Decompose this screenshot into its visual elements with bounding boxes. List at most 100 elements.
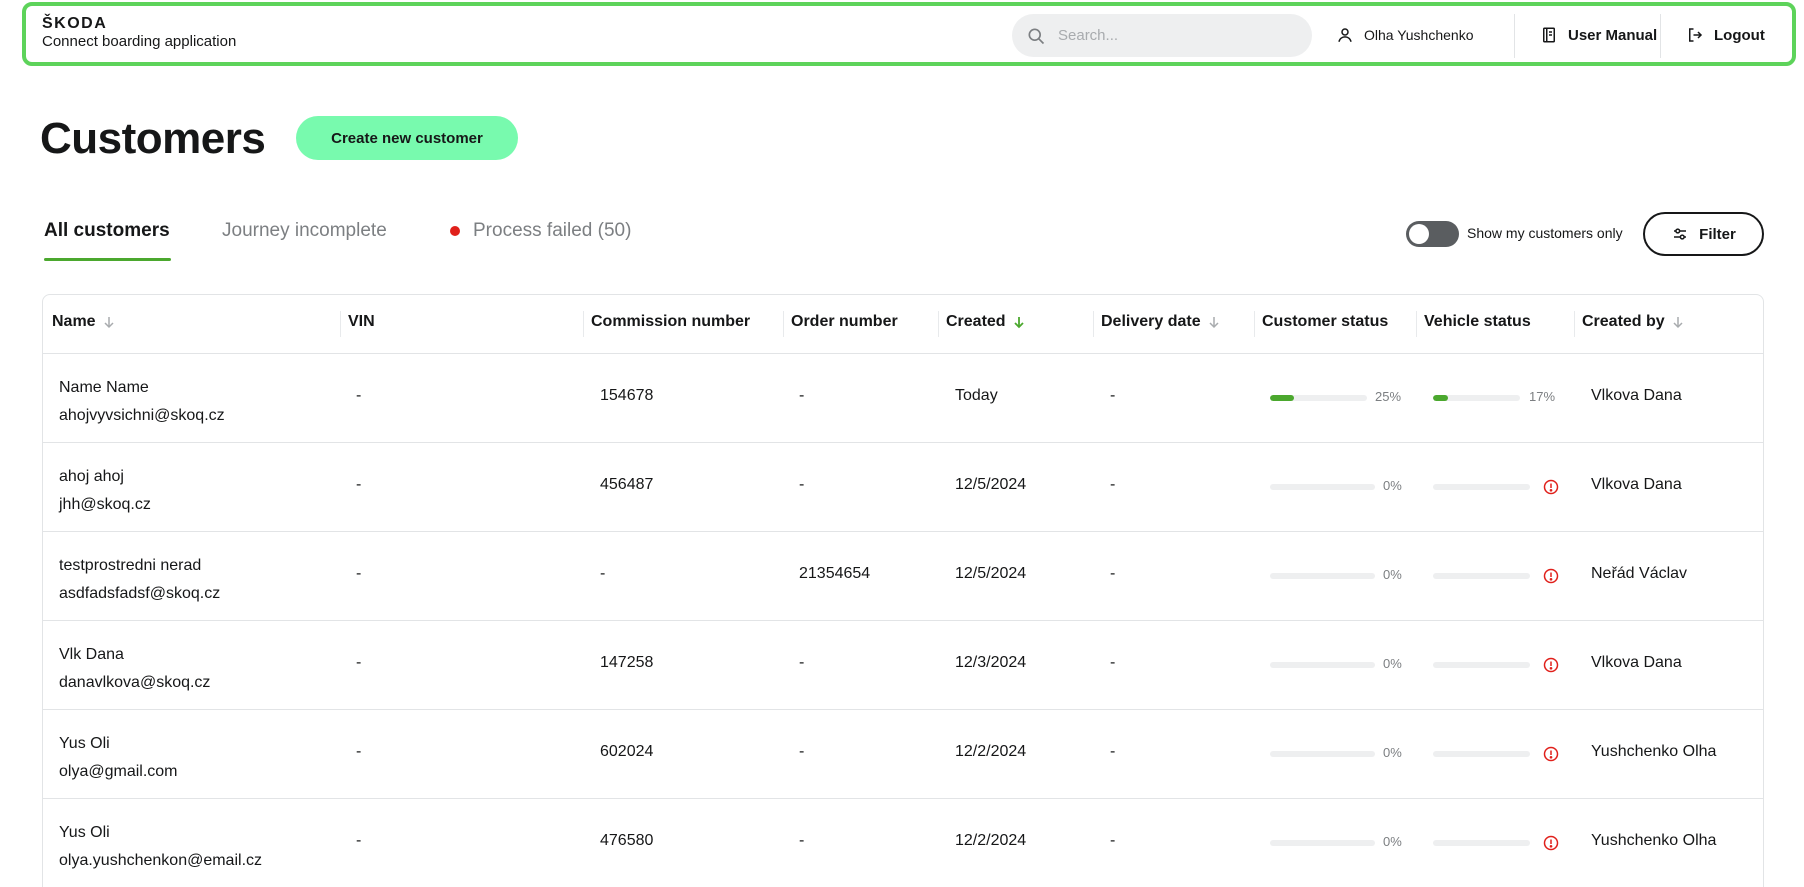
delivery-date: -	[1110, 565, 1116, 582]
commission-number: -	[600, 565, 606, 582]
book-icon	[1543, 27, 1555, 43]
commission-number: 602024	[600, 743, 654, 760]
table-row[interactable]: Yus Oli olya.yushchenkon@email.cz - 4765…	[43, 799, 1763, 887]
column-separator	[340, 311, 341, 337]
tab-journey-incomplete[interactable]: Journey incomplete	[222, 218, 387, 244]
vin-value: -	[356, 832, 362, 849]
column-separator	[938, 311, 939, 337]
customer-status-bar	[1270, 573, 1375, 579]
created-by: Neřád Václav	[1591, 565, 1688, 582]
created-date: 12/3/2024	[955, 654, 1027, 671]
my-customers-toggle[interactable]	[1406, 221, 1459, 247]
created-by: Vlkova Dana	[1591, 387, 1682, 404]
arrow-down-icon	[104, 317, 114, 329]
search-box[interactable]	[1012, 14, 1312, 57]
order-number: -	[799, 476, 805, 493]
arrow-down-icon	[1013, 317, 1024, 329]
tab-process-failed[interactable]: Process failed (50)	[473, 218, 631, 244]
user-manual-button[interactable]: User Manual	[1540, 22, 1657, 48]
created-date: 12/5/2024	[955, 476, 1027, 493]
order-number: -	[799, 743, 805, 760]
column-separator	[1574, 311, 1575, 337]
commission-number: 476580	[600, 832, 654, 849]
created-by: Vlkova Dana	[1591, 476, 1682, 493]
delivery-date: -	[1110, 743, 1116, 760]
vin-value: -	[356, 387, 362, 404]
table-row[interactable]: testprostredni nerad asdfadsfadsf@skoq.c…	[43, 532, 1763, 621]
app-header: ŠKODA Connect boarding application Olha …	[22, 2, 1796, 66]
customer-email: danavlkova@skoq.cz	[59, 674, 211, 691]
table-row[interactable]: Name Name ahojvyvsichni@skoq.cz - 154678…	[43, 354, 1763, 443]
logout-button[interactable]: Logout	[1686, 22, 1765, 48]
delivery-date: -	[1110, 654, 1116, 671]
column-separator	[1254, 311, 1255, 337]
delivery-date: -	[1110, 387, 1116, 404]
order-number: -	[799, 387, 805, 404]
created-date: 12/2/2024	[955, 743, 1027, 760]
app-name: Connect boarding application	[42, 33, 237, 50]
user-profile[interactable]: Olha Yushchenko	[1336, 22, 1474, 48]
sliders-icon	[1674, 228, 1687, 240]
search-input[interactable]	[1058, 27, 1298, 44]
order-number: -	[799, 832, 805, 849]
column-separator	[583, 311, 584, 337]
page-title: Customers	[40, 114, 266, 163]
commission-number: 456487	[600, 476, 654, 493]
customer-name: ahoj ahoj	[59, 468, 124, 485]
filter-button[interactable]: Filter	[1643, 212, 1764, 256]
order-number: -	[799, 654, 805, 671]
customer-name: Vlk Dana	[59, 646, 124, 663]
column-header-order: Order number	[791, 313, 898, 330]
created-by: Vlkova Dana	[1591, 654, 1682, 671]
filter-label: Filter	[1699, 225, 1736, 243]
vehicle-status-fill	[1433, 395, 1448, 401]
vehicle-status-bar	[1433, 751, 1530, 757]
column-separator	[1093, 311, 1094, 337]
column-header-vehicle-status: Vehicle status	[1424, 313, 1531, 330]
column-separator	[1416, 311, 1417, 337]
created-date: 12/5/2024	[955, 565, 1027, 582]
table-row[interactable]: Yus Oli olya@gmail.com - 602024 - 12/2/2…	[43, 710, 1763, 799]
customer-name: testprostredni nerad	[59, 557, 202, 574]
created-date: 12/2/2024	[955, 832, 1027, 849]
customers-table: Name VIN Commission number Order number …	[42, 294, 1764, 887]
user-icon	[1338, 28, 1352, 42]
customer-email: asdfadsfadsf@skoq.cz	[59, 585, 221, 602]
customer-status-fill	[1270, 395, 1295, 401]
column-header-created-by[interactable]: Created by	[1582, 313, 1685, 331]
skoda-logo: ŠKODA	[42, 15, 108, 32]
customer-status-percent: 0%	[1383, 745, 1402, 760]
alert-circle-icon	[1543, 657, 1559, 673]
customer-status-percent: 0%	[1383, 567, 1402, 582]
brand[interactable]: ŠKODA Connect boarding application	[42, 16, 236, 51]
vehicle-status-bar	[1433, 573, 1530, 579]
table-header: Name VIN Commission number Order number …	[43, 295, 1763, 354]
toggle-label: Show my customers only	[1467, 225, 1623, 241]
tab-all-customers[interactable]: All customers	[44, 218, 170, 244]
create-customer-button[interactable]: Create new customer	[296, 116, 518, 160]
header-divider	[1514, 14, 1515, 58]
customer-email: ahojvyvsichni@skoq.cz	[59, 407, 225, 424]
customer-status-bar	[1270, 484, 1375, 490]
column-header-created[interactable]: Created	[946, 313, 1026, 331]
commission-number: 147258	[600, 654, 654, 671]
customer-email: olya@gmail.com	[59, 763, 178, 780]
created-date: Today	[955, 387, 998, 404]
table-row[interactable]: Vlk Dana danavlkova@skoq.cz - 147258 - 1…	[43, 621, 1763, 710]
customer-status-bar	[1270, 751, 1375, 757]
column-header-customer-status: Customer status	[1262, 313, 1389, 330]
user-name: Olha Yushchenko	[1364, 27, 1474, 43]
column-header-vin: VIN	[348, 313, 375, 330]
customer-status-percent: 0%	[1383, 656, 1402, 671]
customer-status-percent: 25%	[1375, 389, 1402, 404]
logout-label: Logout	[1714, 26, 1765, 44]
order-number: 21354654	[799, 565, 871, 582]
column-header-delivery[interactable]: Delivery date	[1101, 313, 1221, 331]
vehicle-status-bar	[1433, 840, 1530, 846]
column-header-name[interactable]: Name	[52, 313, 116, 331]
column-header-commission: Commission number	[591, 313, 751, 330]
table-row[interactable]: ahoj ahoj jhh@skoq.cz - 456487 - 12/5/20…	[43, 443, 1763, 532]
customer-status-bar	[1270, 662, 1375, 668]
customer-name: Yus Oli	[59, 735, 110, 752]
delivery-date: -	[1110, 476, 1116, 493]
